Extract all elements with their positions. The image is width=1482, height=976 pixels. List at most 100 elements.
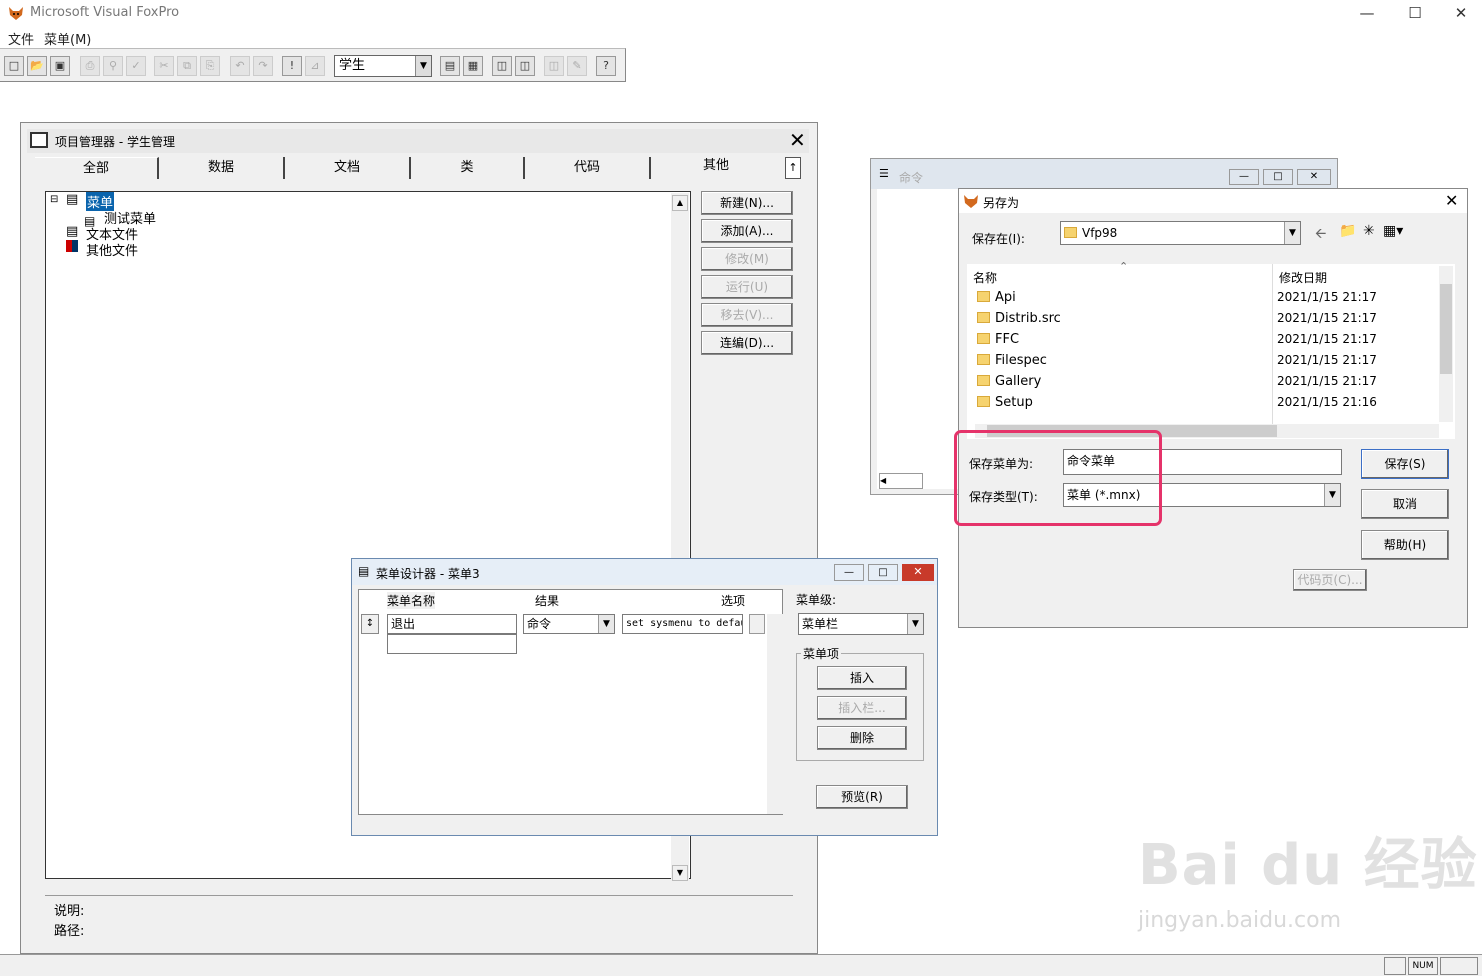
- remove-button[interactable]: 移去(V)...: [701, 303, 793, 327]
- tab-code[interactable]: 代码: [525, 157, 651, 179]
- modify-button[interactable]: 修改(M): [701, 247, 793, 271]
- project-manager-title: 项目管理器 - 学生管理: [55, 135, 175, 149]
- options-button[interactable]: [749, 614, 765, 634]
- sort-up-icon: ⌃: [1119, 260, 1129, 273]
- autoform-icon[interactable]: ◫: [544, 56, 564, 76]
- close-icon[interactable]: ✕: [1445, 191, 1458, 210]
- new-folder-icon[interactable]: ✳: [1363, 223, 1375, 239]
- new-button[interactable]: 新建(N)...: [701, 191, 793, 215]
- status-cell: [1440, 957, 1478, 975]
- column-header-date[interactable]: 修改日期: [1279, 269, 1327, 286]
- delete-button[interactable]: 删除: [817, 726, 907, 750]
- help-button[interactable]: 帮助(H): [1361, 530, 1449, 560]
- tab-data[interactable]: 数据: [159, 157, 285, 179]
- text-file-icon: ▤: [66, 224, 79, 239]
- add-button[interactable]: 添加(A)...: [701, 219, 793, 243]
- close-icon[interactable]: ✕: [789, 129, 806, 151]
- close-icon[interactable]: ✕: [1297, 169, 1331, 185]
- folder-icon: [977, 291, 990, 302]
- cancel-button[interactable]: 取消: [1361, 489, 1449, 519]
- codepage-button[interactable]: 代码页(C)...: [1293, 569, 1367, 591]
- file-row[interactable]: FFC 2021/1/15 21:17: [977, 332, 1437, 353]
- undo-icon[interactable]: ↶: [230, 56, 250, 76]
- close-icon[interactable]: ✕: [902, 564, 934, 581]
- view-window-icon[interactable]: ▦: [463, 56, 483, 76]
- spellcheck-icon[interactable]: ✓: [126, 56, 146, 76]
- save-button[interactable]: 保存(S): [1361, 449, 1449, 479]
- redo-icon[interactable]: ↷: [253, 56, 273, 76]
- project-manager-titlebar: 项目管理器 - 学生管理 ✕: [27, 129, 809, 153]
- cut-icon[interactable]: ✂: [154, 56, 174, 76]
- copy-icon[interactable]: ⧉: [177, 56, 197, 76]
- folder-icon: [977, 375, 990, 386]
- tab-other[interactable]: 其他: [651, 155, 781, 181]
- modify-form-icon[interactable]: ⊿: [305, 56, 325, 76]
- autoreport-icon[interactable]: ✎: [567, 56, 587, 76]
- scroll-up-icon[interactable]: ▲: [672, 195, 688, 211]
- run-icon[interactable]: !: [282, 56, 302, 76]
- back-icon[interactable]: 🡨: [1315, 223, 1326, 247]
- menu-grid: 菜单名称 结果 选项 ↕ 退出 命令 ▼ set sysmenu to defa…: [358, 589, 783, 815]
- folder-icon: [977, 396, 990, 407]
- paste-icon[interactable]: ⎘: [200, 56, 220, 76]
- menu-file[interactable]: 文件: [8, 29, 34, 48]
- grid-scrollbar[interactable]: [767, 614, 783, 814]
- file-row[interactable]: Api 2021/1/15 21:17: [977, 290, 1437, 311]
- print-preview-icon[interactable]: ⚲: [103, 56, 123, 76]
- scroll-down-icon[interactable]: ▼: [672, 865, 688, 881]
- app-titlebar: Microsoft Visual FoxPro — ☐ ✕: [0, 0, 1482, 26]
- chevron-down-icon: ▼: [907, 614, 923, 634]
- insert-button[interactable]: 插入: [817, 666, 907, 690]
- minimize-icon[interactable]: —: [1344, 2, 1390, 24]
- up-folder-icon[interactable]: 📁: [1339, 223, 1356, 239]
- menu-level-combo[interactable]: 菜单栏 ▼: [798, 613, 924, 635]
- minimize-icon[interactable]: —: [834, 564, 864, 581]
- file-row[interactable]: Gallery 2021/1/15 21:17: [977, 374, 1437, 395]
- help-icon[interactable]: ?: [596, 56, 616, 76]
- print-icon[interactable]: ⎙: [80, 56, 100, 76]
- command-input[interactable]: set sysmenu to default: [622, 614, 743, 634]
- open-icon[interactable]: 📂: [27, 56, 47, 76]
- description-label: 说明:: [54, 904, 85, 919]
- tree-node-other-files[interactable]: 其他文件: [86, 240, 138, 259]
- menu-name-input[interactable]: 退出: [387, 614, 517, 634]
- annotation-highlight-box: [954, 430, 1162, 526]
- collapse-toggle-icon[interactable]: ⊟: [50, 194, 58, 205]
- preview-button[interactable]: 预览(R): [816, 785, 908, 809]
- file-list: 名称 ⌃ 修改日期 Api 2021/1/15 21:17 Distrib.src 2…: [967, 260, 1455, 439]
- view-menu-icon[interactable]: ▦▾: [1383, 223, 1403, 239]
- result-combo[interactable]: 命令 ▼: [523, 614, 615, 634]
- run-button[interactable]: 运行(U): [701, 275, 793, 299]
- maximize-icon[interactable]: ☐: [1392, 2, 1438, 24]
- scroll-left-icon[interactable]: ◀: [879, 473, 923, 489]
- file-row[interactable]: Setup 2021/1/15 21:16: [977, 395, 1437, 416]
- maximize-icon[interactable]: □: [868, 564, 898, 581]
- close-icon[interactable]: ✕: [1438, 2, 1482, 24]
- build-button[interactable]: 连编(D)...: [701, 331, 793, 355]
- tab-docs[interactable]: 文档: [285, 157, 411, 179]
- save-icon[interactable]: ▣: [50, 56, 70, 76]
- command-window-title: 命令: [899, 171, 924, 185]
- save-in-combo[interactable]: Vfp98 ▼: [1060, 221, 1301, 245]
- save-as-title: 另存为: [983, 196, 1020, 210]
- menu-menu[interactable]: 菜单(M): [44, 29, 91, 48]
- move-handle-icon[interactable]: ↕: [361, 614, 379, 634]
- scroll-thumb[interactable]: [1440, 284, 1452, 374]
- minimize-icon[interactable]: —: [1229, 169, 1259, 185]
- file-row[interactable]: Filespec 2021/1/15 21:17: [977, 353, 1437, 374]
- insert-bar-button[interactable]: 插入栏...: [817, 696, 907, 720]
- report-wizard-icon[interactable]: ◫: [515, 56, 535, 76]
- menubar: 文件 菜单(M): [0, 26, 1482, 48]
- foxpro-logo-icon: [8, 5, 24, 21]
- command-window-icon[interactable]: ▤: [440, 56, 460, 76]
- column-header-name[interactable]: 名称: [973, 269, 997, 286]
- file-row[interactable]: Distrib.src 2021/1/15 21:17: [977, 311, 1437, 332]
- tab-all[interactable]: 全部: [35, 157, 159, 179]
- new-file-icon[interactable]: □: [4, 56, 24, 76]
- menu-name-input-empty[interactable]: [387, 634, 517, 654]
- database-combo[interactable]: 学生 ▼: [334, 55, 432, 77]
- form-wizard-icon[interactable]: ◫: [492, 56, 512, 76]
- collapse-icon[interactable]: ↑: [785, 157, 801, 179]
- tab-class[interactable]: 类: [411, 157, 525, 179]
- maximize-icon[interactable]: □: [1263, 169, 1293, 185]
